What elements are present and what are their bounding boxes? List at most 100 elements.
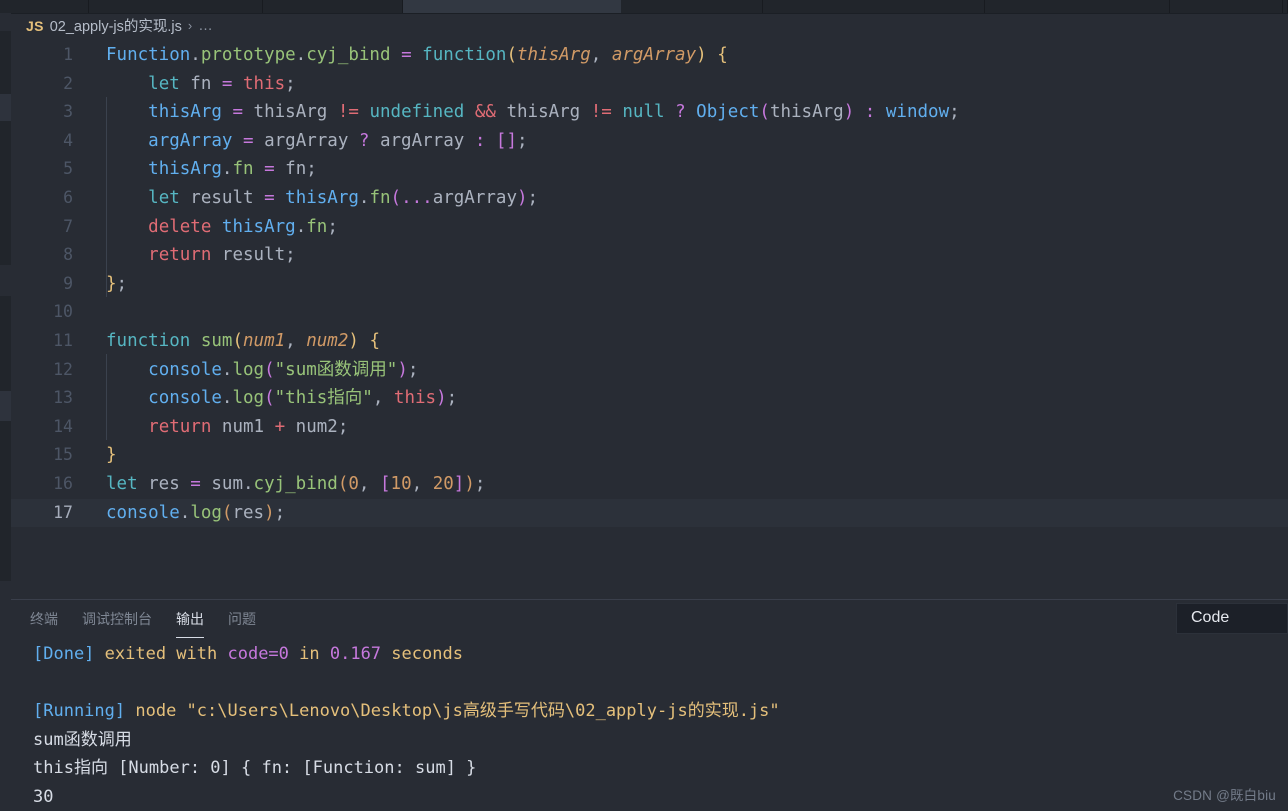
code-line-text[interactable]: }; [73, 270, 127, 299]
line-number: 13 [53, 388, 73, 408]
left-strip-block [0, 31, 11, 94]
code-line-text[interactable]: console.log("this指向", this); [73, 384, 457, 413]
code-line-text[interactable]: argArray = argArray ? argArray : []; [73, 127, 527, 156]
left-edge-strip [0, 13, 11, 811]
output-line: sum函数调用 [0, 726, 1288, 755]
code-line-text[interactable]: return result; [73, 241, 296, 270]
code-line[interactable]: 15} [11, 441, 1288, 470]
output-segment: [Running] [33, 701, 126, 721]
output-segment: 30 [33, 786, 54, 807]
output-segment: sum函数调用 [33, 729, 132, 750]
output-segment: this指向 [Number: 0] { fn: [Function: sum]… [33, 758, 477, 778]
output-segment: 0.167 [329, 644, 382, 664]
editor-tab[interactable] [89, 0, 263, 13]
code-line-text[interactable]: let result = thisArg.fn(...argArray); [73, 184, 538, 213]
js-file-icon: JS [26, 17, 44, 34]
code-line[interactable]: 11 function sum(num1, num2) { [11, 327, 1288, 356]
code-line[interactable]: 14 return num1 + num2; [11, 413, 1288, 442]
output-segment: code=0 [227, 644, 289, 664]
code-line[interactable]: 3 thisArg = thisArg != undefined && this… [11, 98, 1288, 127]
panel-tab-terminal[interactable]: 终端 [30, 601, 58, 638]
line-number: 15 [53, 445, 73, 465]
output-segment: in [288, 644, 330, 664]
line-number: 7 [63, 216, 73, 236]
panel-actions: Code [1176, 603, 1288, 634]
code-line-text[interactable]: thisArg.fn = fn; [73, 155, 317, 184]
code-line[interactable]: 4 argArray = argArray ? argArray : []; [11, 127, 1288, 156]
left-strip-block [0, 391, 11, 421]
code-line-text[interactable]: delete thisArg.fn; [73, 213, 338, 242]
line-number: 12 [53, 359, 73, 379]
bottom-panel: 终端 调试控制台 输出 问题 Code [Done] exited with code… [0, 599, 1288, 811]
code-line[interactable]: 13 console.log("this指向", this); [11, 384, 1288, 413]
code-line[interactable]: 1 Function.prototype.cyj_bind = function(… [11, 41, 1288, 70]
output-line: [Running] node "c:\Users\Lenovo\Desktop\… [0, 697, 1288, 726]
editor-tab[interactable] [763, 0, 985, 13]
line-number: 4 [63, 130, 73, 150]
chevron-right-icon: › [187, 18, 193, 33]
breadcrumb-file-name[interactable]: 02_apply-js的实现.js [50, 15, 182, 36]
code-line-text[interactable]: function sum(num1, num2) { [73, 327, 380, 356]
code-line[interactable]: 7 delete thisArg.fn; [11, 213, 1288, 242]
panel-header: 终端 调试控制台 输出 问题 Code [0, 600, 1288, 639]
output-segment: node "c:\Users\Lenovo\Desktop\js高级手写代码\0… [125, 701, 780, 721]
line-number: 16 [53, 473, 73, 493]
editor-tab[interactable] [622, 0, 763, 13]
code-line[interactable]: 12 console.log("sum函数调用"); [11, 356, 1288, 385]
output-segment: seconds [381, 644, 463, 664]
code-line-text[interactable]: console.log("sum函数调用"); [73, 356, 418, 385]
left-strip-block [0, 121, 11, 265]
watermark: CSDN @既白biu [1173, 788, 1276, 803]
output-line: 30 [0, 783, 1288, 811]
output-line: this指向 [Number: 0] { fn: [Function: sum]… [0, 754, 1288, 783]
code-line[interactable]: 8 return result; [11, 241, 1288, 270]
vscode-window: JS 02_apply-js的实现.js › … 1 Function.proto… [0, 0, 1288, 811]
editor-tab[interactable] [0, 0, 89, 13]
code-line[interactable]: 2 let fn = this; [11, 70, 1288, 99]
editor-tab[interactable] [1170, 0, 1283, 13]
line-number: 5 [63, 159, 73, 179]
code-line-text[interactable]: return num1 + num2; [73, 413, 348, 442]
output-segment: [Done] [33, 644, 95, 664]
code-line-text[interactable]: console.log(res); [73, 499, 285, 528]
breadcrumb-ellipsis[interactable]: … [198, 18, 213, 34]
line-number: 1 [63, 45, 73, 64]
code-line[interactable]: 9}; [11, 270, 1288, 299]
editor-tab[interactable] [1283, 0, 1288, 13]
line-number: 10 [53, 302, 73, 322]
editor-tab[interactable] [403, 0, 622, 13]
breadcrumb[interactable]: JS 02_apply-js的实现.js › … [11, 14, 1288, 37]
code-line[interactable]: 16 let res = sum.cyj_bind(0, [10, 20]); [11, 470, 1288, 499]
output-console[interactable]: [Done] exited with code=0 in 0.167 secon… [0, 639, 1288, 811]
output-channel-select[interactable]: Code [1176, 603, 1288, 634]
line-number: 11 [53, 330, 73, 350]
panel-tab-problems[interactable]: 问题 [228, 601, 256, 638]
code-line-text[interactable]: let res = sum.cyj_bind(0, [10, 20]); [73, 470, 485, 499]
line-number: 14 [53, 416, 73, 436]
code-lines[interactable]: 1 Function.prototype.cyj_bind = function(… [11, 41, 1288, 528]
line-number: 3 [63, 102, 73, 122]
code-line[interactable]: 17 console.log(res); [11, 498, 1288, 528]
code-line-text[interactable]: thisArg = thisArg != undefined && thisAr… [73, 98, 960, 127]
output-segment: exited with [94, 644, 228, 664]
left-strip-block [0, 296, 11, 391]
code-editor[interactable]: JS 02_apply-js的实现.js › … 1 Function.proto… [0, 14, 1288, 599]
line-number: 2 [63, 73, 73, 93]
panel-tab-output[interactable]: 输出 [176, 601, 204, 638]
line-number: 6 [63, 187, 73, 207]
editor-tab[interactable] [985, 0, 1170, 13]
code-line-text[interactable]: Function.prototype.cyj_bind = function(t… [73, 41, 728, 70]
line-number: 17 [53, 502, 73, 522]
line-number: 9 [63, 273, 73, 293]
code-line[interactable]: 6 let result = thisArg.fn(...argArray); [11, 184, 1288, 213]
line-number: 8 [63, 245, 73, 265]
code-line[interactable]: 5 thisArg.fn = fn; [11, 155, 1288, 184]
code-line-text[interactable]: } [73, 441, 117, 470]
panel-tab-debug-console[interactable]: 调试控制台 [82, 601, 152, 638]
left-strip-block [0, 421, 11, 581]
code-line-text[interactable]: let fn = this; [73, 70, 296, 99]
code-line[interactable]: 10 [11, 298, 1288, 327]
editor-tab[interactable] [263, 0, 403, 13]
editor-tab-strip [0, 0, 1288, 14]
